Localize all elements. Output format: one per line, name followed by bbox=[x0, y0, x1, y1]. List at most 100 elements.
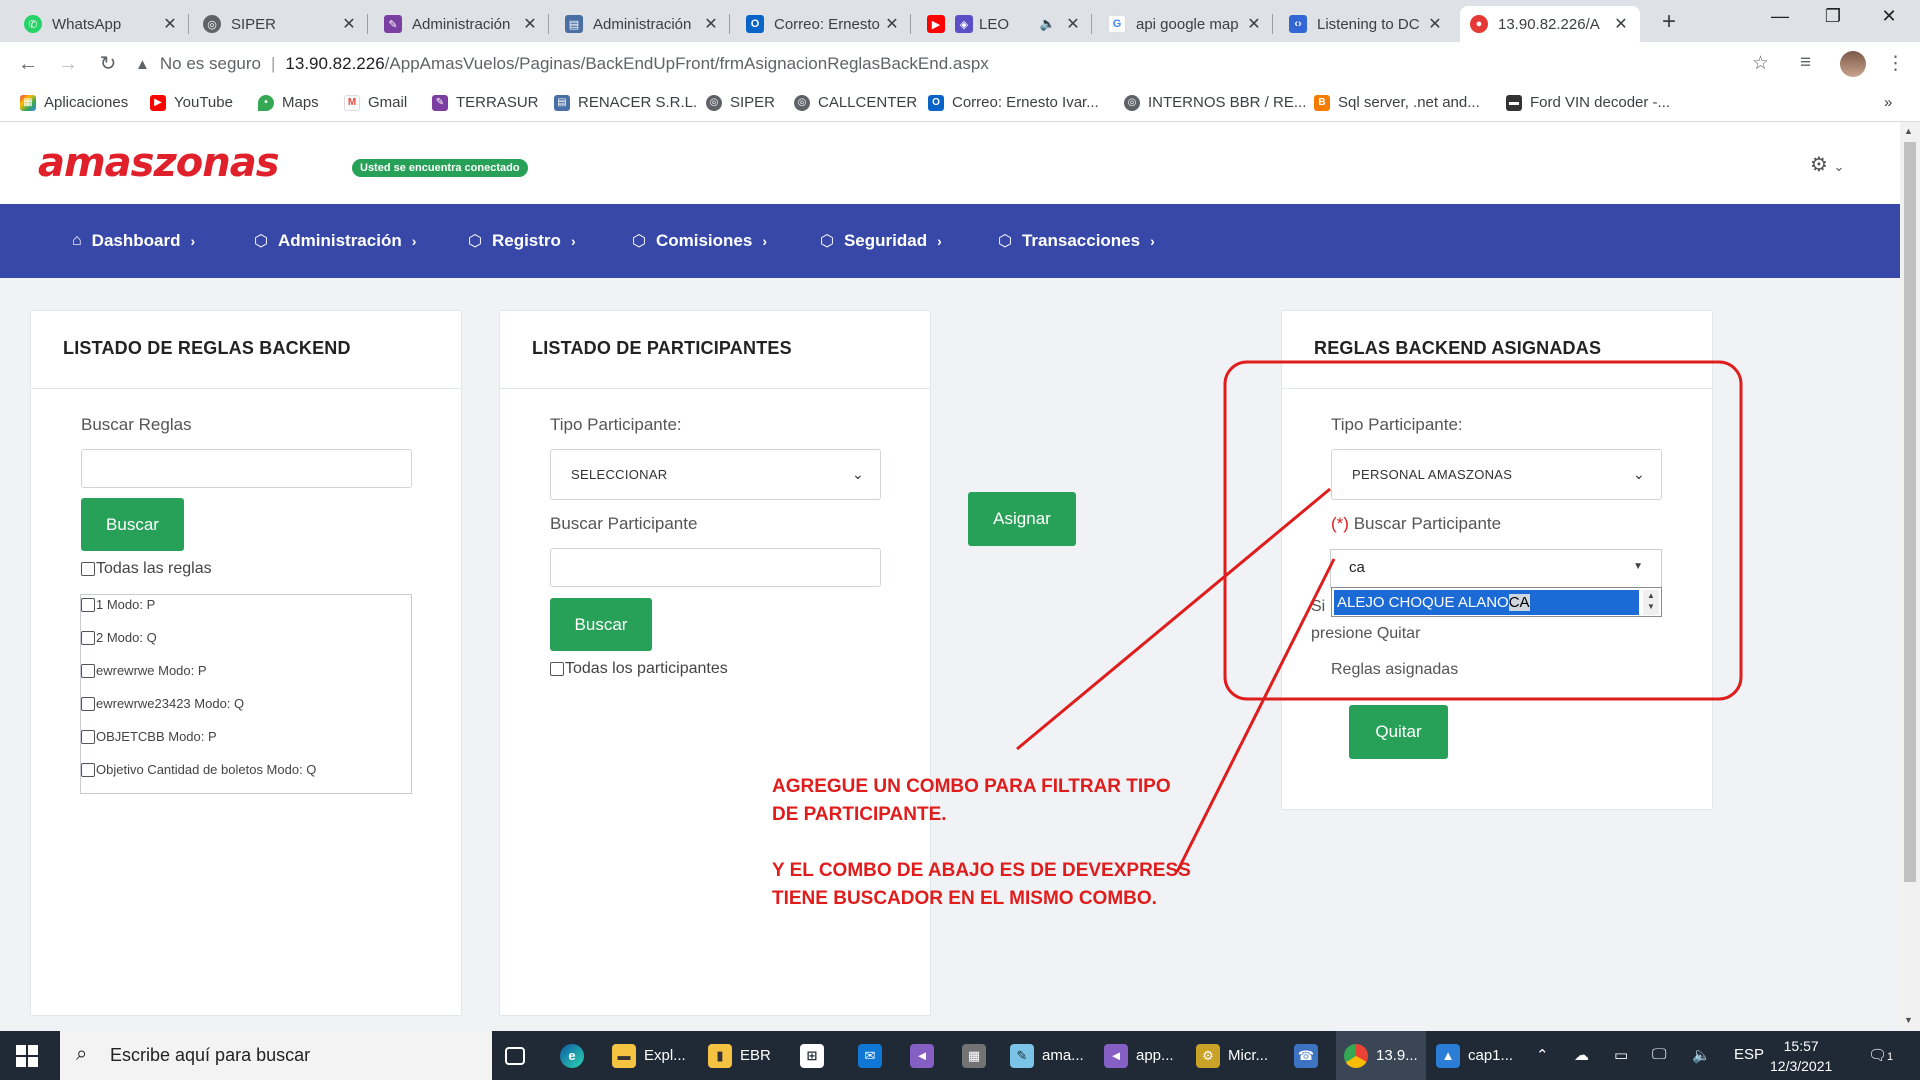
tab-leo[interactable]: ▶ ◈ LEO 🔈 ✕ bbox=[917, 6, 1092, 42]
taskbar-app-network[interactable]: ☎ bbox=[1294, 1031, 1326, 1080]
search-icon: ⌕ bbox=[76, 1043, 88, 1065]
youtube-icon: ▶ bbox=[927, 15, 945, 33]
close-icon[interactable]: ✕ bbox=[1064, 14, 1082, 34]
battery-icon[interactable]: ▭ bbox=[1614, 1046, 1628, 1064]
taskbar-app-photos[interactable]: ▲ cap1... bbox=[1436, 1031, 1513, 1080]
reload-icon[interactable]: ↻ bbox=[94, 50, 122, 78]
chevron-up-icon[interactable]: ⌃ bbox=[1536, 1046, 1549, 1064]
browser-tab-strip: ✆ WhatsApp ✕ ◎ SIPER ✕ ✎ Administración … bbox=[0, 0, 1920, 42]
folder-icon: ▬ bbox=[612, 1043, 636, 1068]
close-window-button[interactable]: ✕ bbox=[1874, 6, 1904, 27]
divider: | bbox=[270, 54, 276, 73]
notification-icon[interactable]: 🗨1 bbox=[1868, 1046, 1893, 1064]
avatar[interactable] bbox=[1840, 51, 1866, 77]
tab-api-google-map[interactable]: G api google map ✕ bbox=[1098, 6, 1273, 42]
taskbar-search-box[interactable]: ⌕ Escribe aquí para buscar bbox=[60, 1031, 492, 1080]
store-icon: ⊞ bbox=[800, 1043, 824, 1068]
tab-whatsapp[interactable]: ✆ WhatsApp ✕ bbox=[14, 6, 189, 42]
bookmark-gmail[interactable]: M Gmail bbox=[344, 94, 407, 111]
clock[interactable]: 15:57 12/3/2021 bbox=[1770, 1036, 1832, 1076]
bookmark-renacer[interactable]: ▤ RENACER S.R.L. bbox=[554, 94, 697, 111]
scroll-down-icon[interactable]: ▼ bbox=[1904, 1015, 1913, 1025]
globe-icon: ◎ bbox=[794, 94, 810, 111]
taskbar-app-edge[interactable]: e bbox=[560, 1031, 592, 1080]
taskbar-app-visual-studio-2[interactable]: ◄ app... bbox=[1104, 1031, 1174, 1080]
insecure-label: No es seguro bbox=[159, 54, 261, 73]
notepad-icon: ✎ bbox=[1010, 1043, 1034, 1068]
taskbar-app-mail[interactable]: ✉ bbox=[858, 1031, 890, 1080]
bookmark-youtube[interactable]: ▶ YouTube bbox=[150, 94, 233, 111]
taskbar-app-visual-studio[interactable]: ◄ bbox=[910, 1031, 942, 1080]
tab-listening[interactable]: ‹› Listening to DC ✕ bbox=[1279, 6, 1454, 42]
warning-icon[interactable]: ▲ bbox=[135, 56, 150, 73]
language-indicator[interactable]: ESP bbox=[1734, 1046, 1764, 1063]
close-icon[interactable]: ✕ bbox=[883, 14, 901, 34]
close-icon[interactable]: ✕ bbox=[340, 14, 358, 34]
close-icon[interactable]: ✕ bbox=[702, 14, 720, 34]
task-label: 13.9... bbox=[1376, 1047, 1418, 1064]
taskbar-app-explorer[interactable]: ▬ Expl... bbox=[612, 1031, 686, 1080]
site-icon: ● bbox=[1470, 15, 1488, 33]
close-icon[interactable]: ✕ bbox=[521, 14, 539, 34]
bookmark-correo[interactable]: O Correo: Ernesto Ivar... bbox=[928, 94, 1099, 111]
bookmark-label: Maps bbox=[282, 94, 319, 111]
tab-active-site[interactable]: ● 13.90.82.226/A ✕ bbox=[1460, 6, 1640, 42]
address-bar[interactable]: ▲ No es seguro | 13.90.82.226/AppAmasVue… bbox=[135, 48, 1775, 80]
taskbar-app-sql-server[interactable]: ⚙ Micr... bbox=[1196, 1031, 1268, 1080]
date: 12/3/2021 bbox=[1770, 1058, 1833, 1074]
bookmark-siper[interactable]: ◎ SIPER bbox=[706, 94, 775, 111]
taskbar-app-chrome[interactable]: 13.9... bbox=[1336, 1031, 1426, 1080]
scroll-up-icon[interactable]: ▲ bbox=[1904, 126, 1913, 136]
tab-correo[interactable]: O Correo: Ernesto ✕ bbox=[736, 6, 911, 42]
taskbar-app-ebr[interactable]: ▮ EBR bbox=[708, 1031, 771, 1080]
forward-icon[interactable]: → bbox=[54, 50, 82, 78]
page-viewport: amaszonas Usted se encuentra conectado ⚙… bbox=[0, 122, 1900, 1031]
tab-title: Administración bbox=[412, 15, 511, 33]
tab-siper[interactable]: ◎ SIPER ✕ bbox=[193, 6, 368, 42]
minimize-button[interactable]: — bbox=[1765, 6, 1795, 27]
calculator-icon: ▦ bbox=[962, 1043, 986, 1068]
network-icon[interactable]: 🖵 bbox=[1652, 1046, 1666, 1063]
annotation-highlight-box bbox=[1223, 360, 1743, 701]
tab-title: WhatsApp bbox=[52, 15, 122, 33]
page-scrollbar[interactable]: ▲ ▼ bbox=[1900, 122, 1920, 1031]
bookmark-terrasur[interactable]: ✎ TERRASUR bbox=[432, 94, 539, 111]
taskbar-app-store[interactable]: ⊞ bbox=[800, 1031, 832, 1080]
youtube-icon: ▶ bbox=[150, 94, 166, 111]
maximize-button[interactable]: ❐ bbox=[1818, 6, 1848, 27]
tab-administracion-1[interactable]: ✎ Administración ✕ bbox=[374, 6, 549, 42]
bookmark-label: Aplicaciones bbox=[44, 94, 129, 111]
task-view-icon[interactable] bbox=[505, 1031, 533, 1080]
bookmark-sqlserver[interactable]: B Sql server, .net and... bbox=[1314, 94, 1480, 111]
google-icon: G bbox=[1108, 15, 1126, 33]
speaker-icon[interactable]: 🔈 bbox=[1040, 16, 1056, 32]
back-icon[interactable]: ← bbox=[14, 50, 42, 78]
more-bookmarks-icon[interactable]: » bbox=[1884, 94, 1892, 111]
bookmark-ford-vin[interactable]: ▬ Ford VIN decoder -... bbox=[1506, 94, 1670, 111]
volume-icon[interactable]: 🔈 bbox=[1692, 1046, 1711, 1064]
close-icon[interactable]: ✕ bbox=[161, 14, 179, 34]
mail-icon: ✉ bbox=[858, 1043, 882, 1068]
url-path: /AppAmasVuelos/Paginas/BackEndUpFront/fr… bbox=[384, 54, 989, 73]
bookmark-callcenter[interactable]: ◎ CALLCENTER bbox=[794, 94, 917, 111]
new-tab-button[interactable]: + bbox=[1655, 8, 1683, 36]
taskbar-app-calculator[interactable]: ▦ bbox=[962, 1031, 994, 1080]
task-label: app... bbox=[1136, 1047, 1174, 1064]
bookmark-internos[interactable]: ◎ INTERNOS BBR / RE... bbox=[1124, 94, 1306, 111]
tab-title: 13.90.82.226/A bbox=[1498, 15, 1600, 33]
close-icon[interactable]: ✕ bbox=[1245, 14, 1263, 34]
windows-start-icon[interactable] bbox=[16, 1045, 38, 1067]
bookmark-label: Gmail bbox=[368, 94, 408, 111]
menu-icon[interactable]: ⋮ bbox=[1886, 52, 1905, 75]
star-icon[interactable]: ☆ bbox=[1752, 52, 1769, 75]
bookmark-aplicaciones[interactable]: ▦ Aplicaciones bbox=[20, 94, 128, 111]
scroll-thumb[interactable] bbox=[1904, 142, 1916, 882]
taskbar-app-notepad[interactable]: ✎ ama... bbox=[1010, 1031, 1084, 1080]
bookmark-maps[interactable]: • Maps bbox=[258, 94, 319, 111]
tab-administracion-2[interactable]: ▤ Administración ✕ bbox=[555, 6, 730, 42]
onedrive-icon[interactable]: ☁ bbox=[1574, 1046, 1589, 1064]
close-icon[interactable]: ✕ bbox=[1612, 14, 1630, 34]
close-icon[interactable]: ✕ bbox=[1426, 14, 1444, 34]
whatsapp-icon: ✆ bbox=[24, 15, 42, 33]
reading-list-icon[interactable]: ≡ bbox=[1800, 52, 1811, 74]
